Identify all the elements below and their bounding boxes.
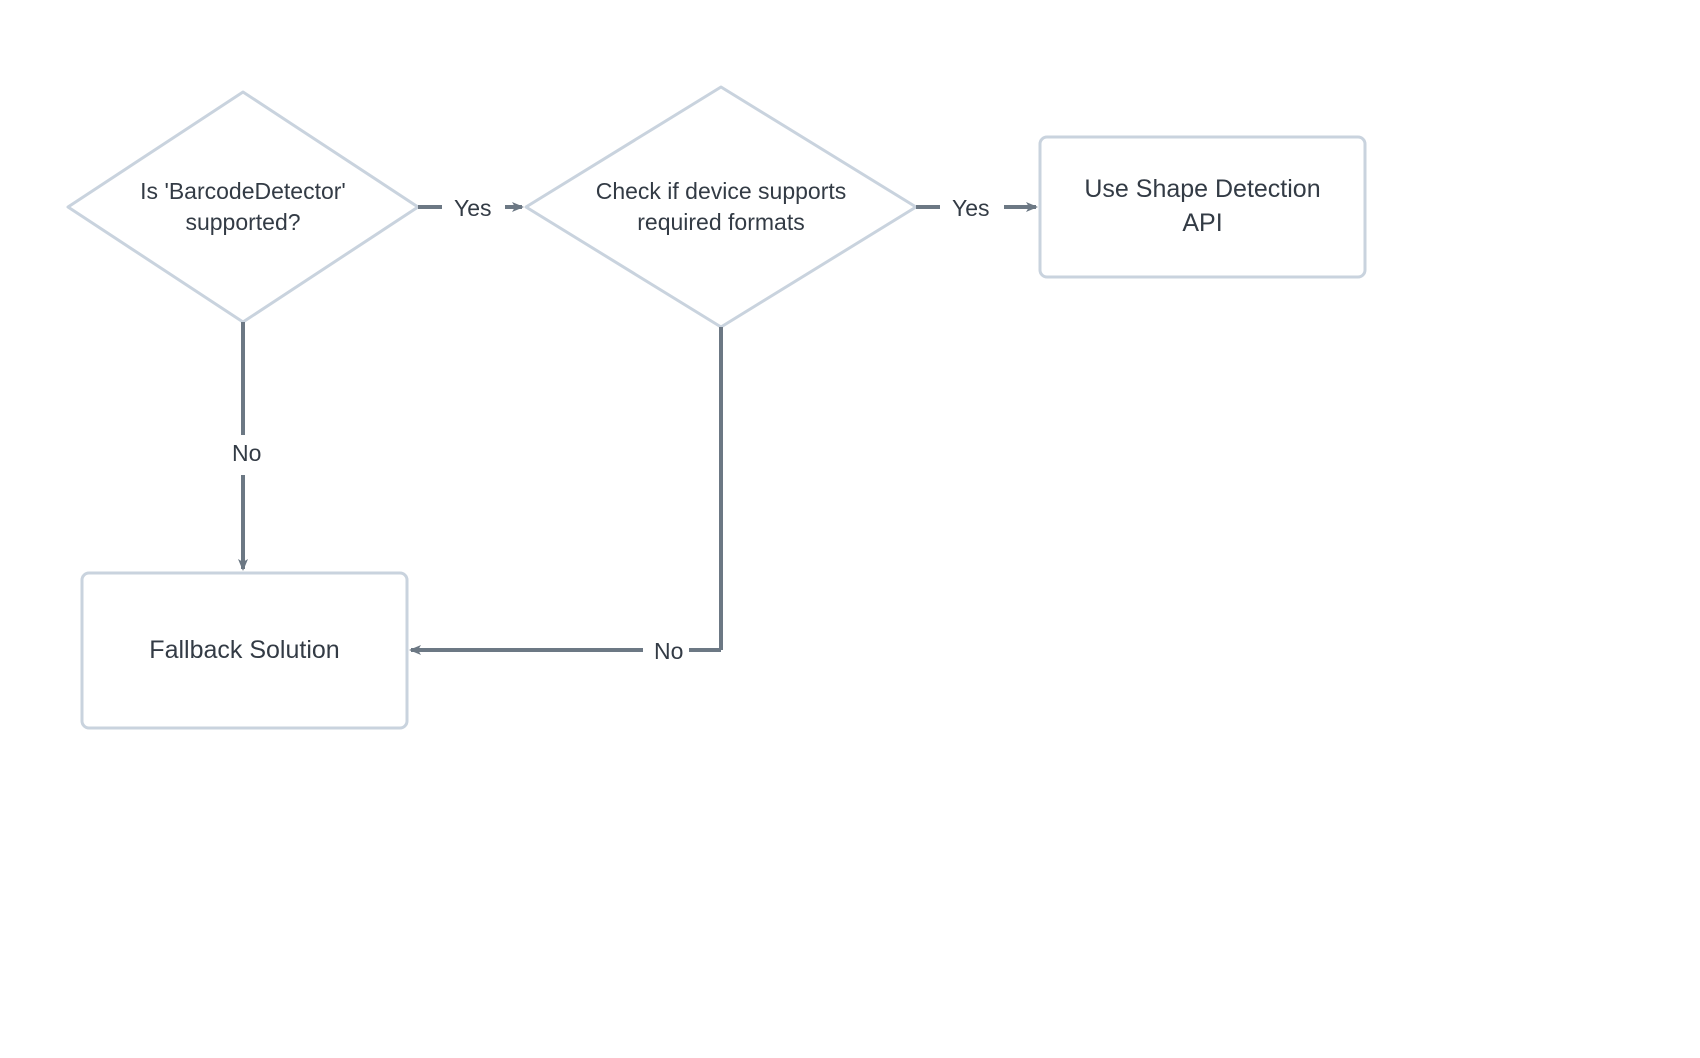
- node-fallback-solution-label: Fallback Solution: [82, 573, 407, 728]
- node-use-shape-api-label: Use Shape Detection API: [1040, 137, 1365, 277]
- edge-label-d1-yes: Yes: [448, 193, 498, 224]
- text-line: API: [1182, 209, 1222, 237]
- decision-device-formats-label: Check if device supports required format…: [560, 175, 882, 239]
- edge-label-d2-yes: Yes: [946, 193, 996, 224]
- edge-label-d2-no: No: [648, 636, 689, 667]
- flowchart-svg: [0, 0, 1700, 1058]
- text-line: required formats: [637, 209, 804, 235]
- text-line: Check if device supports: [596, 178, 847, 204]
- text-line: Use Shape Detection: [1084, 175, 1320, 203]
- decision-barcode-detector-label: Is 'BarcodeDetector' supported?: [100, 175, 386, 239]
- edge-label-d1-no: No: [226, 438, 267, 469]
- text-line: Is 'BarcodeDetector': [140, 178, 346, 204]
- text-line: supported?: [185, 209, 300, 235]
